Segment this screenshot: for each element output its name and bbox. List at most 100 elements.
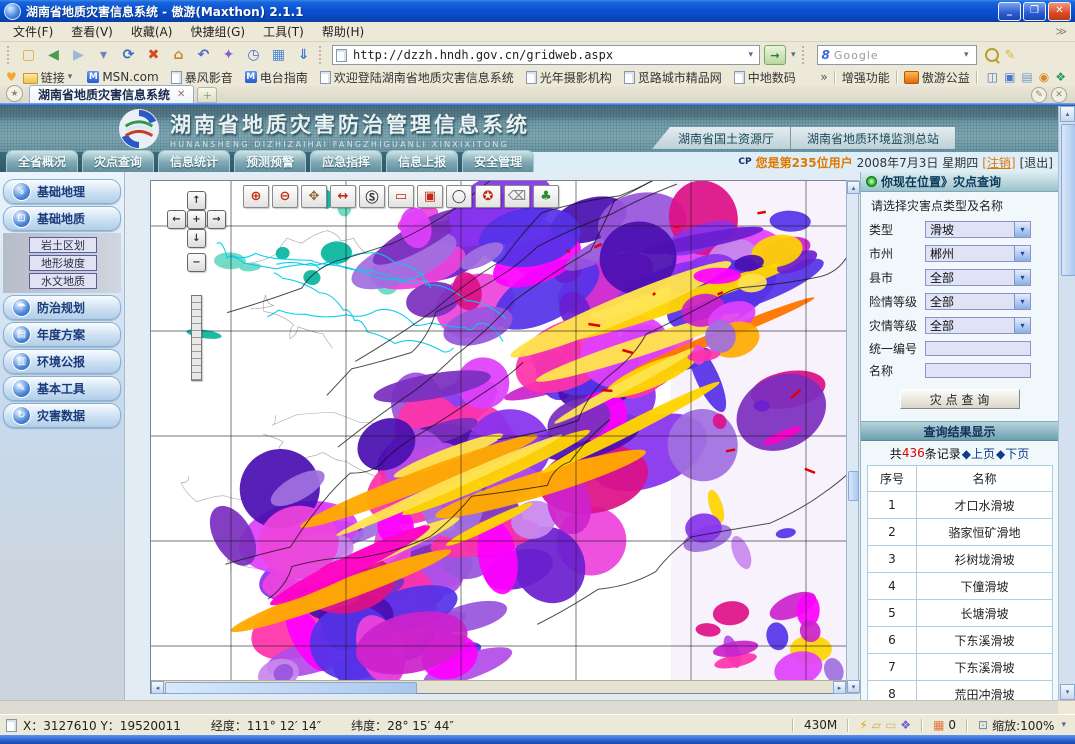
resize-icon[interactable]: ⊡ [978,718,988,732]
sidebar-item-annual-plan[interactable]: ▤ 年度方案 [3,322,121,347]
menu-tools[interactable]: 工具(T) [254,21,313,42]
select-caret-icon[interactable]: ▾ [1014,294,1030,309]
nav-tab-info-statistics[interactable]: 信息统计 [158,150,230,172]
scroll-left-icon[interactable]: ◂ [151,681,164,694]
search-icon[interactable] [985,48,999,62]
links-overflow-icon[interactable]: » [820,70,827,84]
link-radio-guide[interactable]: M电台指南 [245,69,308,86]
url-input[interactable] [351,47,745,63]
nav-tab-forecast-warning[interactable]: 预测预警 [234,150,306,172]
next-page-link[interactable]: ◆下页 [996,445,1029,462]
legend-layers-button[interactable]: ♣ [533,185,559,208]
geological-map[interactable]: ⊕⊖✥↔Ⓢ▭▣◯✪⌫♣ ↑ ← + → ↓ − ◂ ▸ [150,180,847,694]
nav-tab-info-report[interactable]: 信息上报 [386,150,458,172]
sidebar-item-basic-geology[interactable]: ⊡ 基础地质 [3,206,121,231]
map-vertical-scrollbar[interactable]: ▴ ▾ [846,180,859,694]
favorites-star-icon[interactable]: ★ [6,85,23,102]
undo-button[interactable]: ↶ [191,44,216,66]
skins-icon[interactable]: ❖ [1055,70,1066,84]
pan-left-button[interactable]: ← [167,210,186,229]
disaster-level-select[interactable]: 全部 ▾ [925,317,1031,334]
danger-level-select[interactable]: 全部 ▾ [925,293,1031,310]
sidebar-item-basic-geography[interactable]: » 基础地理 [3,179,121,204]
select-rectangle-button[interactable]: ▭ [388,185,414,208]
new-tab-button[interactable]: + [197,87,217,103]
link-groups-button[interactable]: ▦ [266,44,291,66]
sidebar-item-disaster-data[interactable]: ↻ 灾害数据 [3,403,121,428]
menu-file[interactable]: 文件(F) [4,21,62,42]
select-caret-icon[interactable]: ▾ [1014,270,1030,285]
menu-view[interactable]: 查看(V) [62,21,122,42]
zoom-out-button[interactable]: ⊖ [272,185,298,208]
tab-hunan-geo-system[interactable]: 湖南省地质灾害信息系统 ✕ [29,85,194,103]
sidebar-item-basic-tools[interactable]: ✎ 基本工具 [3,376,121,401]
zoom-out-button[interactable]: − [187,253,206,272]
menu-favorites[interactable]: 收藏(A) [122,21,182,42]
image-filter-icon[interactable]: ▦ [933,718,944,732]
tab-tools-icon[interactable]: ✎ [1031,87,1047,103]
county-select[interactable]: 全部 ▾ [925,269,1031,286]
scroll-thumb[interactable] [165,682,417,694]
select-caret-icon[interactable]: ▾ [1014,246,1030,261]
type-select[interactable]: 滑坡 ▾ [925,221,1031,238]
messenger-icon[interactable]: ◫ [987,70,998,84]
zoom-level[interactable]: 缩放:100% [992,717,1054,734]
zoom-in-button[interactable]: + [187,210,206,229]
folder-icon[interactable]: ▭ [885,718,896,732]
collapse-chevron-icon[interactable]: ≫ [1055,25,1067,38]
unified-number-input[interactable] [925,341,1031,356]
history-dropdown-button[interactable]: ▾ [91,44,116,66]
split-window-icon[interactable]: ▣ [1004,70,1015,84]
header-link-land-resources-dept[interactable]: 湖南省国土资源厅 [652,127,790,149]
select-caret-icon[interactable]: ▾ [1014,222,1030,237]
city-select[interactable]: 郴州 ▾ [925,245,1031,262]
menu-help[interactable]: 帮助(H) [313,21,373,42]
sidebar-item-prevention-planning[interactable]: ☂ 防治规划 [3,295,121,320]
link-welcome-hunan-geo[interactable]: 欢迎登陆湖南省地质灾害信息系统 [320,69,514,86]
tab-list-close-icon[interactable]: ✕ [1051,87,1067,103]
nav-tab-disaster-point-query[interactable]: 灾点查询 [82,150,154,172]
enhance-features-link[interactable]: 增强功能 [842,69,890,86]
new-page-button[interactable]: ▢ [16,44,41,66]
link-guangnian-photo[interactable]: 光年摄影机构 [526,69,612,86]
refresh-button[interactable]: ⟳ [116,44,141,66]
result-row[interactable]: 4下僮滑坡 [868,573,1053,600]
pan-up-button[interactable]: ↑ [187,191,206,210]
link-baofeng[interactable]: 暴风影音 [171,69,233,86]
plugin-icon[interactable]: ❖ [900,718,911,732]
links-folder[interactable]: 链接 ▾ [23,69,76,86]
exit-link[interactable]: [退出] [1020,154,1053,171]
go-dropdown-icon[interactable]: ▾ [788,50,799,60]
back-button[interactable]: ◀ [41,44,66,66]
forward-button[interactable]: ▶ [66,44,91,66]
history-button[interactable]: ◷ [241,44,266,66]
go-button[interactable]: → [764,45,786,65]
map-horizontal-scrollbar[interactable]: ◂ ▸ [151,680,846,693]
scroll-thumb[interactable] [848,471,859,501]
prev-page-link[interactable]: ◆上页 [962,445,995,462]
link-milu-city[interactable]: 觅路城市精品网 [624,69,722,86]
result-row[interactable]: 5长塘滑坡 [868,600,1053,627]
full-extent-button[interactable]: Ⓢ [359,185,385,208]
scroll-thumb[interactable] [1061,124,1075,276]
address-bar[interactable]: ▾ [332,45,760,65]
result-row[interactable]: 1才口水滑坡 [868,492,1053,519]
scroll-down-icon[interactable]: ▾ [847,680,860,693]
logout-link[interactable]: [注销] [982,154,1015,171]
eraser-button[interactable]: ⌫ [504,185,530,208]
ad-filter-button[interactable]: ✦ [216,44,241,66]
nav-tab-emergency-command[interactable]: 应急指挥 [310,150,382,172]
geological-map-canvas[interactable] [151,181,846,693]
scroll-up-icon[interactable]: ▴ [847,181,860,194]
identify-button[interactable]: ▣ [417,185,443,208]
zoom-slider[interactable] [191,295,202,381]
close-button[interactable]: ✕ [1048,2,1071,21]
tab-close-icon[interactable]: ✕ [177,89,185,100]
search-engine-icon[interactable]: 8 [822,48,830,62]
pan-button[interactable]: ✥ [301,185,327,208]
pan-right-button[interactable]: → [207,210,226,229]
scroll-down-icon[interactable]: ▾ [1060,684,1075,700]
notes-icon[interactable]: ▤ [1021,70,1032,84]
scroll-up-icon[interactable]: ▴ [1060,106,1075,122]
sidebar-subitem-terrain-slope[interactable]: 地形坡度 [29,255,97,271]
